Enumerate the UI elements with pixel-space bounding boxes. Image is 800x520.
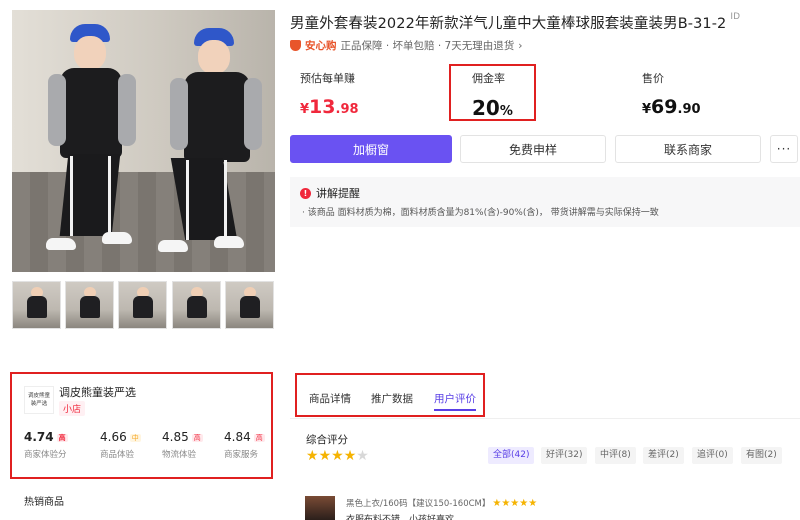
thumbnail[interactable] [225,281,274,329]
chevron-right-icon: › [518,39,523,52]
product-title: 男童外套春装2022年新款洋气儿童中大童棒球服套装童装男B-31-2 ID [290,12,740,33]
free-sample-button[interactable]: 免费申样 [460,135,606,163]
sale-price-label: 售价 [642,72,664,85]
sale-price-value: ¥69.90 [642,96,701,118]
active-tab-underline [434,409,476,411]
star-icon: ★ [306,448,319,464]
sale-price: 售价 ¥69.90 [642,70,701,118]
guarantee-brand: 安心购 [305,40,337,52]
review-spec: 黑色上衣/160码【建议150-160CM】 ★★★★★ [346,498,538,509]
thumbnail[interactable] [172,281,221,329]
star-icon: ★ [343,448,357,464]
overall-rating-label: 综合评分 [306,434,348,446]
review-avatar [305,496,335,520]
shop-type-badge: 小店 [59,401,86,416]
shield-icon [290,40,301,51]
explanation-notice: ! 讲解提醒 · 该商品 面料材质为棉，面料材质含量为81%(含)-90%(含)… [290,177,800,227]
estimated-earning-label: 预估每单赚 [300,72,355,85]
guarantee-text: 正品保障 · 坏单包赔 · 7天无理由退货 [340,40,515,52]
thumbnail[interactable] [118,281,167,329]
estimated-earning-value: ¥13.98 [300,96,359,118]
filter-followup[interactable]: 追评(0) [692,447,733,464]
notice-body: · 该商品 面料材质为棉，面料材质含量为81%(含)-90%(含)， 带货讲解需… [302,208,659,218]
highlight-box-commission [449,64,536,121]
contact-merchant-button[interactable]: 联系商家 [615,135,761,163]
estimated-earning: 预估每单赚 ¥13.98 [300,70,359,118]
guarantee-bar[interactable]: 安心购 正品保障 · 坏单包赔 · 7天无理由退货 › [290,38,522,53]
alert-icon: ! [300,187,311,199]
thumbnail[interactable] [12,281,61,329]
more-options-button[interactable]: ··· [770,135,798,163]
review-stars: ★★★★★ [492,498,538,509]
review-text: 衣服布料不错，小孩好喜欢 [346,515,455,520]
shop-name[interactable]: 调皮熊童装严选 [59,384,136,400]
shop-logo[interactable]: 调皮熊童 装严选 [24,386,54,414]
filter-neutral[interactable]: 中评(8) [595,447,636,464]
tabs-divider [290,418,800,419]
add-to-window-button[interactable]: 加橱窗 [290,135,452,163]
tab-product-details[interactable]: 商品详情 [309,391,351,406]
tab-user-reviews[interactable]: 用户评价 [434,391,476,406]
star-icon: ★ [318,448,332,464]
filter-positive[interactable]: 好评(32) [541,447,588,464]
shop-score: 4.85 高 物流体验 [162,430,203,460]
hot-products-title: 热销商品 [24,497,64,508]
tab-promotion-data[interactable]: 推广数据 [371,391,413,406]
product-page: 男童外套春装2022年新款洋气儿童中大童棒球服套装童装男B-31-2 ID 安心购… [0,0,800,520]
notice-title: 讲解提醒 [316,187,360,200]
star-icon: ★ [331,448,344,464]
product-title-text: 男童外套春装2022年新款洋气儿童中大童棒球服套装童装男B-31-2 [290,16,727,32]
id-tag[interactable]: ID [730,12,740,22]
shop-score: 4.84 高 商家服务 [224,430,265,460]
thumbnail[interactable] [65,281,114,329]
main-product-photo[interactable] [12,10,275,272]
filter-negative[interactable]: 差评(2) [643,447,684,464]
star-icon: ★ [356,448,369,464]
shop-score: 4.74 高 商家体验分 [24,430,68,460]
shop-score: 4.66 中 商品体验 [100,430,141,460]
overall-rating-stars: ★★★★★ [306,448,369,464]
filter-with-images[interactable]: 有图(2) [741,447,782,464]
filter-all[interactable]: 全部(42) [488,447,535,464]
